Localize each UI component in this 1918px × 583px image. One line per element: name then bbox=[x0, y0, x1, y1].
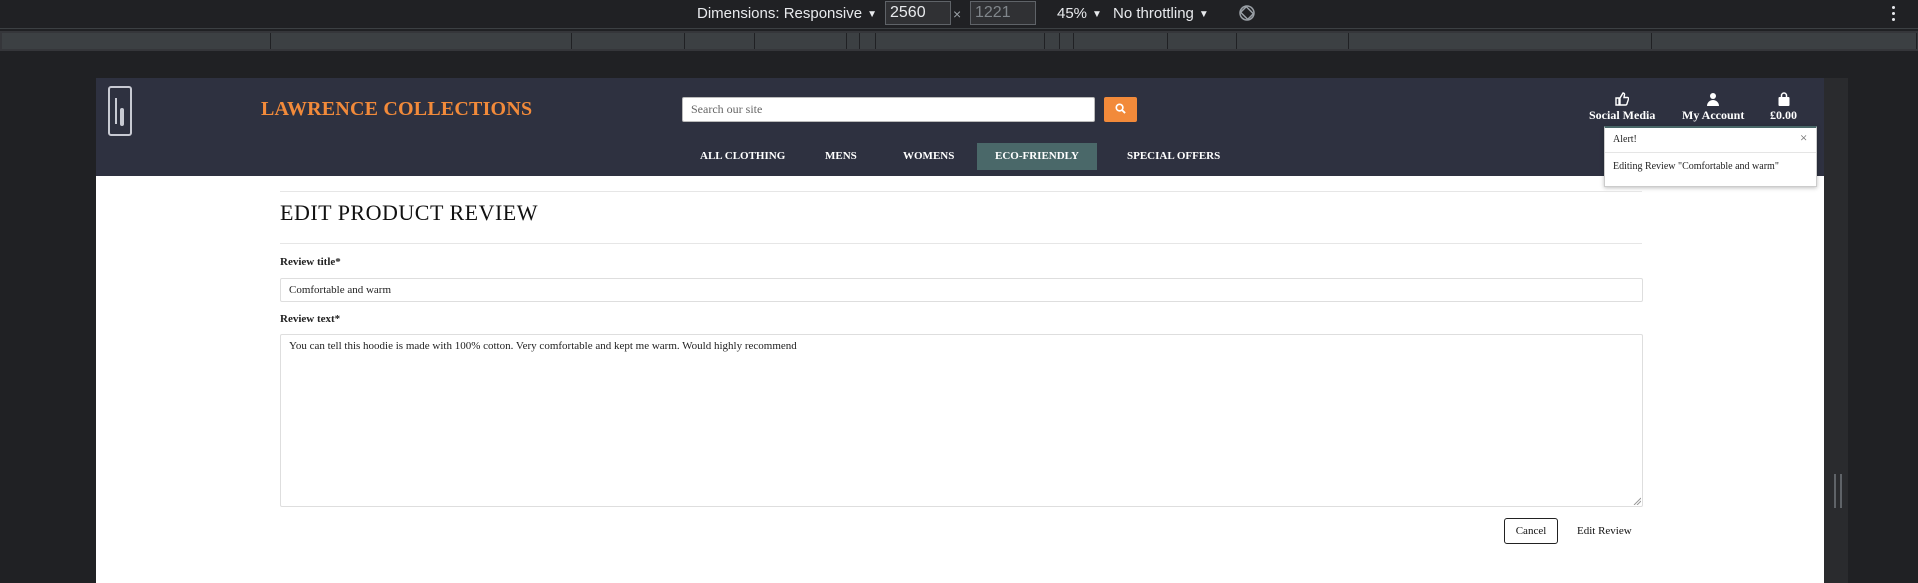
caret-down-icon: ▼ bbox=[867, 9, 877, 20]
thumbs-up-icon bbox=[1615, 92, 1630, 106]
throttling-label: No throttling bbox=[1113, 5, 1194, 22]
my-account-link[interactable]: My Account bbox=[1682, 92, 1744, 123]
media-query-ruler bbox=[0, 31, 1918, 51]
ruler-segment[interactable] bbox=[876, 33, 1045, 49]
brand-name[interactable]: LAWRENCE COLLECTIONS bbox=[261, 98, 532, 121]
ruler-segment[interactable] bbox=[1652, 33, 1917, 49]
zoom-label: 45% bbox=[1057, 5, 1088, 22]
close-icon[interactable]: × bbox=[1800, 130, 1807, 146]
edit-review-button[interactable]: Edit Review bbox=[1569, 518, 1640, 544]
ruler-segment[interactable] bbox=[1074, 33, 1168, 49]
height-input[interactable]: 1221 bbox=[970, 1, 1036, 25]
emulated-viewport: LAWRENCE COLLECTIONS Search our site Soc… bbox=[96, 78, 1824, 583]
alert-toast: Alert! × Editing Review "Comfortable and… bbox=[1604, 126, 1817, 187]
shopping-bag-icon bbox=[1778, 92, 1789, 106]
caret-down-icon: ▼ bbox=[1092, 9, 1102, 20]
search-button[interactable] bbox=[1104, 97, 1137, 122]
zoom-dropdown[interactable]: 45% ▼ bbox=[1057, 0, 1102, 28]
ruler-segment[interactable] bbox=[572, 33, 685, 49]
site-header: LAWRENCE COLLECTIONS Search our site Soc… bbox=[96, 78, 1824, 176]
cancel-button[interactable]: Cancel bbox=[1504, 518, 1558, 544]
nav-item-all-clothing[interactable]: ALL CLOTHING bbox=[682, 143, 803, 170]
times-symbol: × bbox=[953, 6, 962, 22]
throttling-dropdown[interactable]: No throttling ▼ bbox=[1113, 0, 1209, 28]
nav-item-eco-friendly[interactable]: ECO-FRIENDLY bbox=[977, 143, 1097, 170]
ruler-segment[interactable] bbox=[1045, 33, 1060, 49]
caret-down-icon: ▼ bbox=[1198, 9, 1209, 20]
site-logo[interactable] bbox=[108, 86, 132, 136]
ruler-segment[interactable] bbox=[271, 33, 572, 49]
dimensions-label: Dimensions: Responsive bbox=[697, 5, 863, 22]
ruler-segment[interactable] bbox=[1349, 33, 1652, 49]
devtools-device-toolbar: Dimensions: Responsive ▼ 2560 × 1221 45% ▼… bbox=[0, 0, 1918, 29]
nav-item-mens[interactable]: MENS bbox=[807, 143, 875, 170]
viewport-resize-handle[interactable] bbox=[1834, 474, 1842, 508]
alert-divider bbox=[1605, 152, 1816, 153]
resize-grip-icon[interactable] bbox=[1633, 497, 1641, 505]
social-media-link[interactable]: Social Media bbox=[1589, 92, 1655, 123]
ruler-segment[interactable] bbox=[1168, 33, 1237, 49]
content-divider bbox=[280, 191, 1642, 192]
review-text-textarea[interactable]: You can tell this hoodie is made with 10… bbox=[280, 334, 1643, 507]
ruler-segment[interactable] bbox=[1237, 33, 1349, 49]
main-navigation: ALL CLOTHING MENS WOMENS ECO-FRIENDLY SP… bbox=[96, 143, 1824, 176]
dimensions-dropdown[interactable]: Dimensions: Responsive ▼ bbox=[697, 0, 877, 28]
basket-link[interactable]: £0.00 bbox=[1770, 92, 1797, 123]
title-divider bbox=[280, 243, 1642, 244]
ruler-segment[interactable] bbox=[860, 33, 876, 49]
basket-total: £0.00 bbox=[1770, 108, 1797, 122]
social-media-label: Social Media bbox=[1589, 108, 1656, 122]
alert-message: Editing Review "Comfortable and warm" bbox=[1613, 161, 1779, 172]
search-input[interactable]: Search our site bbox=[682, 97, 1095, 122]
alert-title: Alert! bbox=[1613, 134, 1637, 145]
ruler-segment[interactable] bbox=[1060, 33, 1074, 49]
ruler-segment[interactable] bbox=[685, 33, 755, 49]
rotate-icon[interactable] bbox=[1238, 4, 1256, 22]
ruler-segment[interactable] bbox=[847, 33, 860, 49]
my-account-label: My Account bbox=[1682, 108, 1745, 122]
review-title-input[interactable]: Comfortable and warm bbox=[280, 278, 1643, 302]
width-input[interactable]: 2560 bbox=[885, 1, 951, 25]
ruler-segment[interactable] bbox=[755, 33, 847, 49]
review-text-label: Review text* bbox=[280, 313, 341, 325]
review-title-label: Review title* bbox=[280, 256, 341, 268]
ruler-segment[interactable] bbox=[2, 33, 271, 49]
page-title: EDIT PRODUCT REVIEW bbox=[280, 200, 539, 225]
search-icon bbox=[1115, 103, 1126, 114]
more-options-icon[interactable] bbox=[1890, 4, 1896, 24]
user-icon bbox=[1707, 93, 1720, 106]
nav-item-womens[interactable]: WOMENS bbox=[885, 143, 972, 170]
nav-item-special-offers[interactable]: SPECIAL OFFERS bbox=[1109, 143, 1238, 170]
